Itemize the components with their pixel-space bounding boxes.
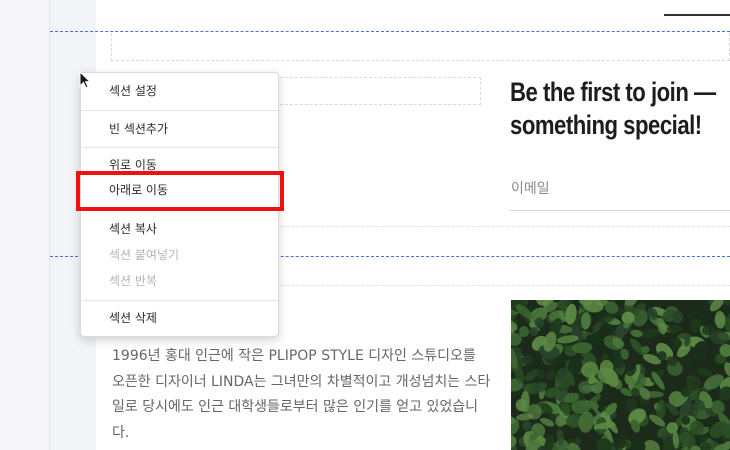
menu-item-add-empty-section[interactable]: 빈 섹션추가 <box>81 117 278 141</box>
headline-line-2: something special! <box>510 110 702 140</box>
highlight-annotation-box <box>76 171 284 211</box>
arrow-cursor-icon <box>79 71 91 89</box>
header-divider <box>664 14 730 16</box>
menu-divider <box>81 300 278 301</box>
editor-left-gutter <box>0 0 50 450</box>
menu-divider <box>81 110 278 111</box>
menu-item-repeat-section: 섹션 반복 <box>109 274 157 288</box>
menu-item-paste-section: 섹션 붙여넣기 <box>109 248 180 262</box>
menu-item-delete-section[interactable]: 섹션 삭제 <box>81 306 278 330</box>
empty-block-placeholder[interactable] <box>270 77 481 105</box>
about-description: 1996년 홍대 인근에 작은 PLIPOP STYLE 디자인 스튜디오를 오… <box>112 348 491 441</box>
email-input[interactable] <box>510 178 730 211</box>
section-boundary-top <box>50 31 730 32</box>
ivy-leaves-image <box>511 300 730 450</box>
headline-line-1: Be the first to join — <box>510 77 716 107</box>
menu-divider <box>81 147 278 148</box>
menu-item-section-settings[interactable]: 섹션 설정 <box>81 79 278 103</box>
section-placeholder-area[interactable] <box>111 33 730 61</box>
foliage-illustration <box>511 300 730 450</box>
menu-item-copy-section[interactable]: 섹션 복사 <box>81 217 278 241</box>
signup-headline: Be the first to join — something special… <box>510 76 716 142</box>
